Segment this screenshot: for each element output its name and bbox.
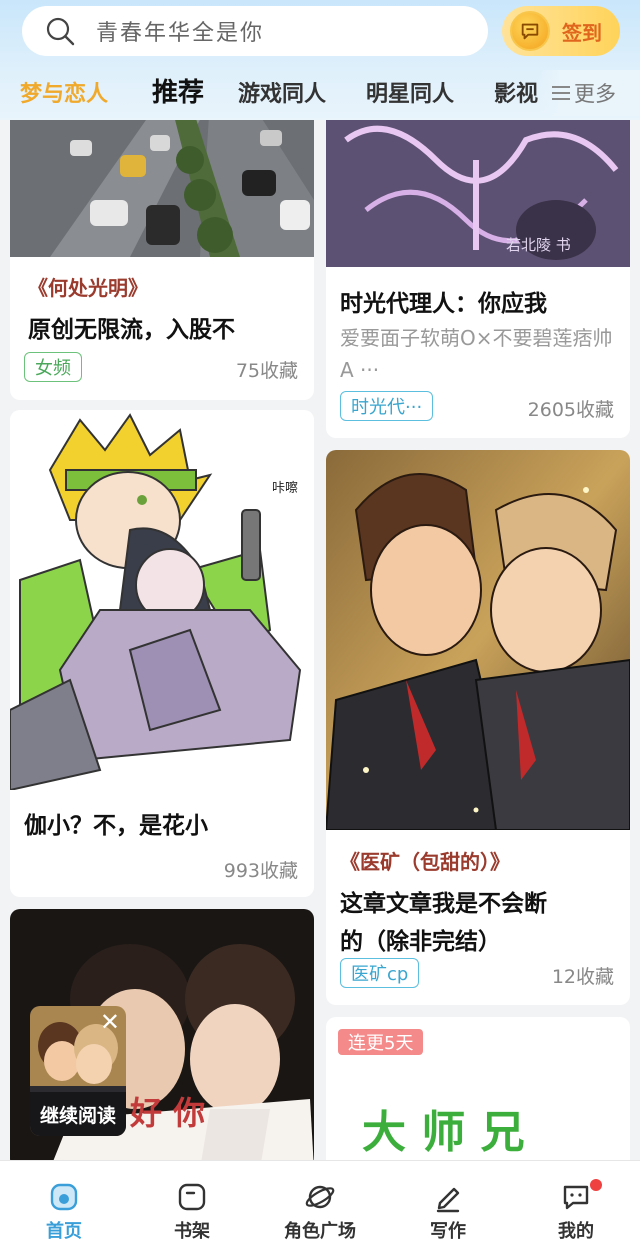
search-bar[interactable]: 青春年华全是你	[22, 6, 488, 56]
favorite-count: 12收藏	[551, 966, 614, 988]
book-card[interactable]: 《何处光明》 原创无限流，入股不 女频 75收藏	[10, 100, 314, 400]
tab-film[interactable]: 影视	[494, 76, 538, 108]
favorite-count: 993收藏	[223, 860, 298, 882]
book-quote-title: 《医矿（包甜的）》	[340, 850, 510, 874]
checkin-label: 签到	[562, 20, 602, 45]
book-title-line2: 的（除非完结）	[340, 929, 501, 955]
nav-bookshelf[interactable]: 书架	[128, 1161, 256, 1248]
book-card[interactable]: 咔嚓 伽小？不，是花小 993收藏	[10, 410, 314, 897]
cover-title-text: 好 你	[129, 1094, 205, 1132]
notification-dot	[590, 1179, 602, 1191]
book-title: 时光代理人：你应我	[340, 291, 547, 317]
book-title-line1: 这章文章我是不会断	[340, 891, 547, 917]
cover-author: 若北陵 书	[506, 236, 571, 254]
checkin-button[interactable]: 签到	[502, 6, 620, 56]
book-cover	[10, 100, 314, 257]
nav-mine[interactable]: 我的	[512, 1161, 640, 1248]
favorite-count: 2605收藏	[527, 399, 614, 421]
book-title: 伽小？不，是花小	[24, 813, 208, 839]
nav-home[interactable]: 首页	[0, 1161, 128, 1248]
coin-chat-icon	[510, 11, 550, 51]
book-cover: 咔嚓	[10, 410, 314, 790]
tab-star-fanfic[interactable]: 明星同人	[366, 76, 454, 108]
bottom-navigation: 首页 书架 角色广场 写作 我的	[0, 1160, 640, 1248]
home-icon	[50, 1183, 78, 1211]
menu-icon	[552, 82, 570, 104]
bookshelf-icon	[178, 1183, 206, 1211]
cover-title-text: 大 师 兄	[362, 1107, 525, 1158]
nav-write[interactable]: 写作	[384, 1161, 512, 1248]
nav-label: 书架	[174, 1221, 210, 1242]
tab-game-fanfic[interactable]: 游戏同人	[238, 76, 326, 108]
book-title: 原创无限流，入股不	[28, 317, 235, 343]
book-cover	[326, 450, 630, 830]
book-description: 爱要面子软萌O×不要碧莲痞帅A ···	[340, 326, 613, 382]
tab-recommend[interactable]: 推荐	[152, 72, 204, 109]
continue-reading-widget[interactable]: ✕ 继续阅读	[30, 1006, 126, 1136]
book-tag[interactable]: 医矿cp	[340, 958, 420, 988]
cover-sfx-text: 咔嚓	[272, 480, 298, 496]
book-quote-title: 《何处光明》	[28, 276, 148, 300]
nav-label: 我的	[558, 1221, 594, 1242]
update-streak-badge: 连更5天	[338, 1029, 424, 1055]
book-card[interactable]: 《医矿（包甜的）》 这章文章我是不会断 的（除非完结） 医矿cp 12收藏	[326, 450, 630, 1005]
search-placeholder: 青春年华全是你	[96, 21, 265, 46]
nav-label: 角色广场	[284, 1221, 356, 1242]
top-header: 青春年华全是你 签到 梦与恋人 推荐 游戏同人 明星同人 影视 更多	[0, 0, 640, 120]
nav-character-plaza[interactable]: 角色广场	[256, 1161, 384, 1248]
book-tag[interactable]: 时光代···	[340, 391, 434, 421]
chat-bubble-icon	[563, 1185, 589, 1210]
pen-icon	[436, 1187, 460, 1213]
more-label: 更多	[574, 82, 616, 106]
search-icon	[46, 17, 75, 46]
close-icon[interactable]: ✕	[100, 1008, 120, 1036]
favorite-count: 75收藏	[235, 360, 298, 382]
book-card[interactable]: 若北陵 书 时光代理人：你应我 爱要面子软萌O×不要碧莲痞帅A ··· 时光代·…	[326, 100, 630, 438]
nav-label: 写作	[430, 1221, 466, 1242]
tab-dream-lover[interactable]: 梦与恋人	[20, 76, 108, 108]
nav-label: 首页	[46, 1221, 82, 1242]
book-cover: 若北陵 书	[326, 100, 630, 267]
planet-icon	[305, 1185, 335, 1209]
book-card[interactable]: 连更5天 大 师 兄	[326, 1017, 630, 1177]
more-tabs-button[interactable]: 更多	[538, 70, 640, 116]
continue-reading-label: 继续阅读	[30, 1092, 126, 1136]
book-tag[interactable]: 女频	[24, 352, 82, 382]
category-tabs: 梦与恋人 推荐 游戏同人 明星同人 影视 更多	[0, 70, 640, 116]
